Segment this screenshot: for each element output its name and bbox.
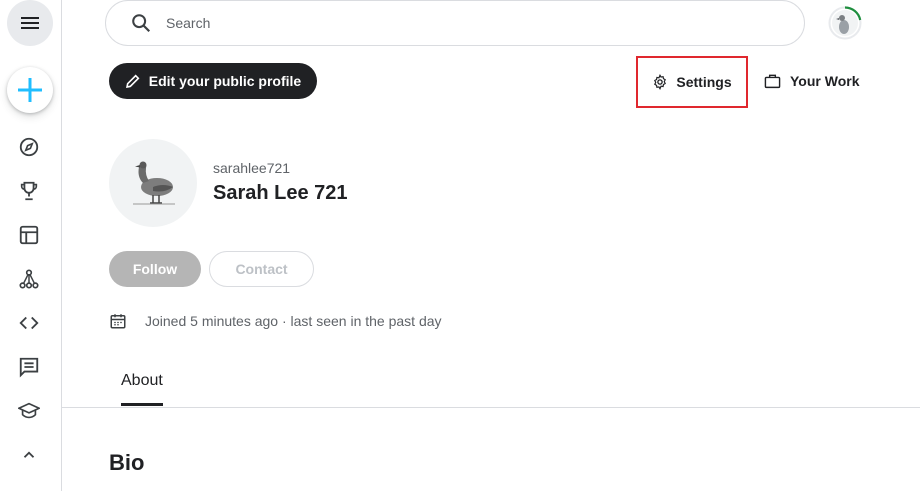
search-input[interactable] xyxy=(166,15,804,31)
briefcase-icon xyxy=(764,74,781,89)
profile-username: sarahlee721 xyxy=(213,160,291,176)
gear-icon xyxy=(654,74,667,90)
contact-button[interactable]: Contact xyxy=(209,251,314,287)
chevron-up-icon xyxy=(23,451,35,458)
profile-avatar xyxy=(109,139,197,227)
plus-icon xyxy=(18,78,42,102)
settings-button[interactable]: Settings xyxy=(636,56,748,108)
edit-profile-button[interactable]: Edit your public profile xyxy=(109,63,317,99)
follow-button[interactable]: Follow xyxy=(109,251,201,287)
trophy-icon xyxy=(20,181,38,201)
sidebar-item-discussions[interactable] xyxy=(17,355,41,379)
table-icon xyxy=(19,225,39,245)
sidebar-item-datasets[interactable] xyxy=(17,223,41,247)
your-work-button[interactable]: Your Work xyxy=(764,68,860,94)
user-avatar-button[interactable] xyxy=(828,6,862,40)
profile-display-name: Sarah Lee 721 xyxy=(213,182,348,204)
create-button[interactable] xyxy=(7,67,53,113)
avatar xyxy=(828,6,862,40)
sidebar-item-trophy[interactable] xyxy=(17,179,41,203)
models-icon xyxy=(19,269,39,289)
code-icon xyxy=(19,316,39,330)
edit-profile-label: Edit your public profile xyxy=(148,73,302,89)
search-icon xyxy=(132,14,151,33)
compass-icon xyxy=(19,137,39,157)
hamburger-icon xyxy=(21,17,39,29)
bio-heading: Bio xyxy=(109,450,145,475)
discussion-icon xyxy=(19,357,39,378)
goose-image xyxy=(133,161,175,205)
sidebar-item-competitions[interactable] xyxy=(17,135,41,159)
sidebar-item-code[interactable] xyxy=(17,311,41,335)
your-work-label: Your Work xyxy=(790,73,860,89)
sidebar-item-models[interactable] xyxy=(17,267,41,291)
calendar-icon xyxy=(110,314,126,329)
joined-info: Joined 5 minutes ago · last seen in the … xyxy=(109,310,442,332)
tabs-divider xyxy=(62,407,920,408)
pencil-icon xyxy=(125,74,140,89)
settings-label: Settings xyxy=(676,74,732,90)
menu-button[interactable] xyxy=(7,0,53,46)
sidebar-item-learn[interactable] xyxy=(17,399,41,423)
joined-text: Joined 5 minutes ago · last seen in the … xyxy=(145,313,442,329)
sidebar-collapse-button[interactable] xyxy=(17,443,41,467)
learn-icon xyxy=(18,402,40,419)
sidebar xyxy=(0,0,62,491)
tab-about[interactable]: About xyxy=(121,372,163,406)
search-bar[interactable] xyxy=(105,0,805,46)
